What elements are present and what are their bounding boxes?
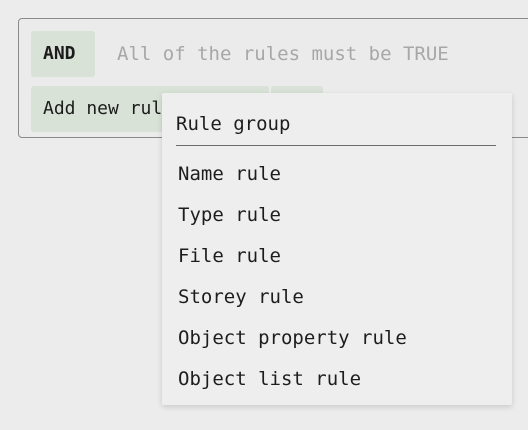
menu-item-storey-rule[interactable]: Storey rule [162,277,512,318]
rule-type-list: Name rule Type rule File rule Storey rul… [162,154,512,400]
menu-item-type-rule[interactable]: Type rule [162,195,512,236]
operator-toggle-button[interactable]: AND [31,31,95,77]
menu-item-object-list-rule[interactable]: Object list rule [162,359,512,400]
menu-item-object-property-rule[interactable]: Object property rule [162,318,512,359]
operator-description: All of the rules must be TRUE [117,43,449,65]
rule-editor-canvas: AND All of the rules must be TRUE Add ne… [0,0,528,430]
menu-item-name-rule[interactable]: Name rule [162,154,512,195]
add-rule-dropdown-menu: Rule group Name rule Type rule File rule… [162,93,512,405]
menu-item-file-rule[interactable]: File rule [162,236,512,277]
menu-item-rule-group[interactable]: Rule group [176,107,496,146]
